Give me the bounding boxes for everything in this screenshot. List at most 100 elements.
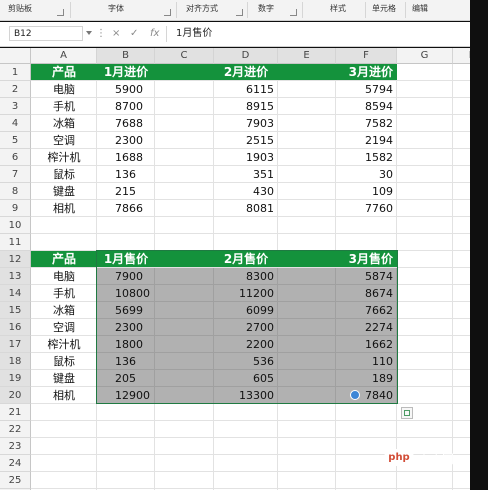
quick-analysis-icon[interactable] <box>401 407 413 419</box>
font-launcher-icon[interactable] <box>164 9 171 16</box>
row-header-25[interactable]: 25 <box>0 472 31 489</box>
row-header-24[interactable]: 24 <box>0 455 31 472</box>
vertical-scroll-area <box>470 0 488 490</box>
ribbon-group-bar: 剪贴板 字体 对齐方式 数字 样式 单元格 编辑 <box>0 0 470 21</box>
row-header-14[interactable]: 14 <box>0 285 31 302</box>
table2-product-cell[interactable]: 键盘 <box>31 370 97 387</box>
name-box-dropdown-icon[interactable] <box>86 31 92 35</box>
row-header-1[interactable]: 1 <box>0 64 31 81</box>
worksheet-grid[interactable]: ABCDEFGH12345678910111213141516171819202… <box>0 48 470 490</box>
gridline-horizontal <box>31 437 470 438</box>
gridline-horizontal <box>31 488 470 489</box>
table1-m2-cell[interactable]: 2515 <box>214 132 274 149</box>
column-header-g[interactable]: G <box>397 48 453 64</box>
row-header-12[interactable]: 12 <box>0 251 31 268</box>
table1-m1-cell[interactable]: 136 <box>115 166 155 183</box>
watermark-text: 中文网 <box>418 452 455 466</box>
table1-m2-cell[interactable]: 8915 <box>214 98 274 115</box>
row-header-10[interactable]: 10 <box>0 217 31 234</box>
table2-product-cell[interactable]: 冰箱 <box>31 302 97 319</box>
table1-header-2[interactable]: 1月进价 <box>97 64 155 81</box>
table1-header-4[interactable]: 3月进价 <box>336 64 393 81</box>
column-header-h[interactable]: H <box>453 48 470 64</box>
table1-m3-cell[interactable]: 2194 <box>336 132 393 149</box>
table1-product-cell[interactable]: 鼠标 <box>31 166 97 183</box>
row-header-22[interactable]: 22 <box>0 421 31 438</box>
name-box[interactable]: B12 <box>9 26 83 41</box>
table1-product-cell[interactable]: 键盘 <box>31 183 97 200</box>
row-header-9[interactable]: 9 <box>0 200 31 217</box>
row-header-23[interactable]: 23 <box>0 438 31 455</box>
column-header-a[interactable]: A <box>31 48 97 64</box>
gridline-horizontal <box>31 233 470 234</box>
row-header-7[interactable]: 7 <box>0 166 31 183</box>
row-header-15[interactable]: 15 <box>0 302 31 319</box>
formula-dots-icon: ⋮ <box>96 28 106 39</box>
enter-icon[interactable]: ✓ <box>130 27 138 41</box>
formula-input[interactable]: 1月售价 <box>176 27 212 41</box>
row-header-20[interactable]: 20 <box>0 387 31 404</box>
number-launcher-icon[interactable] <box>290 9 297 16</box>
table2-product-cell[interactable]: 手机 <box>31 285 97 302</box>
row-header-16[interactable]: 16 <box>0 319 31 336</box>
table1-product-cell[interactable]: 榨汁机 <box>31 149 97 166</box>
column-header-d[interactable]: D <box>214 48 278 64</box>
table1-m3-cell[interactable]: 5794 <box>336 81 393 98</box>
table1-m1-cell[interactable]: 8700 <box>115 98 155 115</box>
table2-header-1[interactable]: 产品 <box>31 251 97 268</box>
table1-m2-cell[interactable]: 7903 <box>214 115 274 132</box>
insert-function-icon[interactable]: fx <box>150 27 159 41</box>
table1-m1-cell[interactable]: 1688 <box>115 149 155 166</box>
table1-m2-cell[interactable]: 1903 <box>214 149 274 166</box>
formula-bar: B12 ⋮ × ✓ fx 1月售价 <box>0 22 470 47</box>
table2-product-cell[interactable]: 空调 <box>31 319 97 336</box>
table1-m2-cell[interactable]: 8081 <box>214 200 274 217</box>
column-header-f[interactable]: F <box>336 48 397 64</box>
table2-product-cell[interactable]: 相机 <box>31 387 97 404</box>
table1-product-cell[interactable]: 相机 <box>31 200 97 217</box>
row-header-2[interactable]: 2 <box>0 81 31 98</box>
table1-m1-cell[interactable]: 7688 <box>115 115 155 132</box>
row-header-18[interactable]: 18 <box>0 353 31 370</box>
table1-header-1[interactable]: 产品 <box>31 64 97 81</box>
table1-m2-cell[interactable]: 6115 <box>214 81 274 98</box>
table1-m3-cell[interactable]: 109 <box>336 183 393 200</box>
table2-product-cell[interactable]: 鼠标 <box>31 353 97 370</box>
alignment-launcher-icon[interactable] <box>236 9 243 16</box>
column-header-e[interactable]: E <box>278 48 336 64</box>
gridline-vertical <box>452 64 453 490</box>
row-header-6[interactable]: 6 <box>0 149 31 166</box>
table1-m1-cell[interactable]: 215 <box>115 183 155 200</box>
cancel-icon[interactable]: × <box>112 27 120 41</box>
table1-m1-cell[interactable]: 5900 <box>115 81 155 98</box>
table2-product-cell[interactable]: 电脑 <box>31 268 97 285</box>
row-header-13[interactable]: 13 <box>0 268 31 285</box>
row-header-4[interactable]: 4 <box>0 115 31 132</box>
clipboard-launcher-icon[interactable] <box>57 9 64 16</box>
table1-m1-cell[interactable]: 2300 <box>115 132 155 149</box>
row-header-5[interactable]: 5 <box>0 132 31 149</box>
table2-product-cell[interactable]: 榨汁机 <box>31 336 97 353</box>
table1-product-cell[interactable]: 手机 <box>31 98 97 115</box>
table1-m3-cell[interactable]: 30 <box>336 166 393 183</box>
table1-m3-cell[interactable]: 7582 <box>336 115 393 132</box>
table1-m3-cell[interactable]: 8594 <box>336 98 393 115</box>
row-header-11[interactable]: 11 <box>0 234 31 251</box>
table1-m3-cell[interactable]: 7760 <box>336 200 393 217</box>
column-header-b[interactable]: B <box>97 48 155 64</box>
table1-product-cell[interactable]: 空调 <box>31 132 97 149</box>
row-header-19[interactable]: 19 <box>0 370 31 387</box>
row-header-3[interactable]: 3 <box>0 98 31 115</box>
row-header-21[interactable]: 21 <box>0 404 31 421</box>
table1-product-cell[interactable]: 电脑 <box>31 81 97 98</box>
row-header-8[interactable]: 8 <box>0 183 31 200</box>
table1-m2-cell[interactable]: 430 <box>214 183 274 200</box>
table1-m1-cell[interactable]: 7866 <box>115 200 155 217</box>
column-header-c[interactable]: C <box>155 48 214 64</box>
row-header-17[interactable]: 17 <box>0 336 31 353</box>
table1-product-cell[interactable]: 冰箱 <box>31 115 97 132</box>
table1-m2-cell[interactable]: 351 <box>214 166 274 183</box>
select-all-corner[interactable] <box>0 48 31 64</box>
table1-header-3[interactable]: 2月进价 <box>214 64 278 81</box>
table1-m3-cell[interactable]: 1582 <box>336 149 393 166</box>
